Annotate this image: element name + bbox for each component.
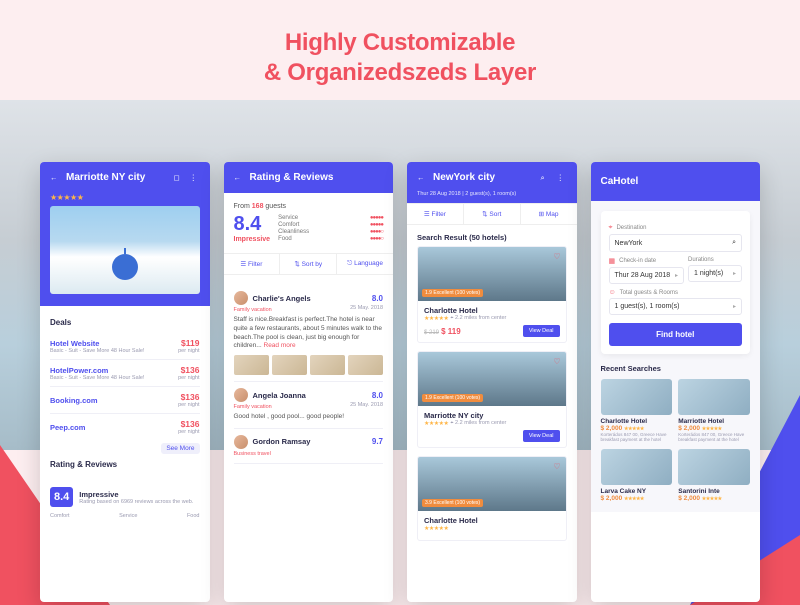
reviews-list: Charlie's Angels8.0 Family vacation25 Ma…: [234, 285, 384, 464]
hotel-stars: ★★★★★: [50, 193, 200, 202]
sort-button[interactable]: ⇅ Sort: [464, 204, 521, 224]
calendar-icon: ▦: [609, 257, 616, 265]
toolbar: ☰ Filter ⇅ Sort by ⎋ Language: [224, 253, 394, 275]
search-icon: ⌕: [732, 239, 736, 247]
filter-button[interactable]: ☰ Filter: [407, 204, 464, 224]
header: ← Rating & Reviews: [224, 162, 394, 193]
language-button[interactable]: ⎋ Language: [337, 254, 393, 274]
view-deal-button[interactable]: View Deal: [523, 430, 560, 442]
review-item[interactable]: Charlie's Angels8.0 Family vacation25 Ma…: [234, 285, 384, 382]
review-item[interactable]: Gordon Ramsay9.7 Business travel: [234, 429, 384, 464]
pin-icon: ⌖: [609, 224, 613, 232]
headline: Highly Customizable & Organizedszeds Lay…: [0, 28, 800, 88]
deals-list: Hotel WebsiteBasic - Suit - Save More 48…: [50, 333, 200, 440]
rating-categories: Comfort Service Food: [50, 513, 200, 519]
header: ← NewYork city ⌕ ⋮ Thur 28 Aug 2018 | 2 …: [407, 162, 577, 203]
score-breakdown: Service●●●●●Comfort●●●●●Cleanliness●●●●○…: [278, 214, 383, 243]
destination-field[interactable]: NewYork ⌕: [609, 234, 743, 252]
rating-score: 8.4: [50, 487, 73, 507]
avatar: [234, 388, 248, 402]
hotel-card[interactable]: ♡ 3.9 Excellent (100 votes) Charlotte Ho…: [417, 456, 567, 541]
heart-icon[interactable]: ♡: [553, 462, 560, 471]
overall-score: 8.4: [234, 214, 271, 234]
view-deal-button[interactable]: View Deal: [523, 325, 560, 337]
deal-row[interactable]: HotelPower.comBasic - Suit - Save More 4…: [50, 359, 200, 386]
rating-badge: 1.9 Excellent (100 votes): [422, 394, 483, 402]
screen-hotel-detail: ← Marriotte NY city ◻ ⋮ ★★★★★ Deals Hote…: [40, 162, 210, 602]
deal-row[interactable]: Peep.com $136per night: [50, 413, 200, 440]
rating-summary: 8.4 Impressive Rating based on 6969 revi…: [50, 487, 200, 507]
bookmark-icon[interactable]: ◻: [174, 173, 184, 183]
page-title: Rating & Reviews: [250, 172, 384, 183]
filter-button[interactable]: ☰ Filter: [224, 254, 281, 274]
screen-search-form: CaHotel ⌖Destination NewYork ⌕ ▦Check-in…: [591, 162, 761, 602]
hotel-card[interactable]: ♡ 1.9 Excellent (100 votes) Charlotte Ho…: [417, 246, 567, 343]
duration-field[interactable]: 1 night(s)▸: [688, 265, 742, 282]
search-form: ⌖Destination NewYork ⌕ ▦Check-in date Th…: [601, 211, 751, 354]
find-hotel-button[interactable]: Find hotel: [609, 323, 743, 346]
headline-line2: & Organizedszeds Layer: [0, 58, 800, 88]
deals-heading: Deals: [50, 318, 200, 327]
screen-reviews: ← Rating & Reviews From 168 guests 8.4 I…: [224, 162, 394, 602]
see-more-button[interactable]: See More: [161, 443, 199, 454]
recent-card[interactable]: Charlotte Hotel $ 2,000 ★★★★★ Korterádos…: [601, 379, 673, 443]
results-list: ♡ 1.9 Excellent (100 votes) Charlotte Ho…: [417, 246, 567, 541]
page-title: Marriotte NY city: [66, 172, 168, 183]
brand-title: CaHotel: [601, 176, 751, 187]
more-icon[interactable]: ⋮: [190, 173, 200, 183]
header: CaHotel: [591, 162, 761, 201]
page-title: NewYork city: [433, 172, 535, 183]
rating-badge: 3.9 Excellent (100 votes): [422, 499, 483, 507]
map-button[interactable]: ⊞ Map: [521, 204, 577, 224]
recent-heading: Recent Searches: [601, 364, 751, 373]
rating-label: Impressive: [79, 490, 193, 499]
heart-icon[interactable]: ♡: [553, 357, 560, 366]
search-summary: Thur 28 Aug 2018 | 2 guest(s), 1 room(s): [417, 191, 516, 197]
avatar: [234, 291, 248, 305]
guests-icon: ☺: [609, 289, 616, 296]
screen-search-results: ← NewYork city ⌕ ⋮ Thur 28 Aug 2018 | 2 …: [407, 162, 577, 602]
checkin-field[interactable]: Thur 28 Aug 2018▸: [609, 267, 685, 284]
overall-label: Impressive: [234, 236, 271, 243]
recent-card[interactable]: Larva Cake NY $ 2,000 ★★★★★: [601, 449, 673, 502]
recent-card[interactable]: Marriotte Hotel $ 2,000 ★★★★★ Korterádos…: [678, 379, 750, 443]
back-icon[interactable]: ←: [50, 173, 60, 183]
results-heading: Search Result (50 hotels): [417, 233, 567, 242]
heart-icon[interactable]: ♡: [553, 252, 560, 261]
back-icon[interactable]: ←: [417, 173, 427, 183]
recent-grid: Charlotte Hotel $ 2,000 ★★★★★ Korterádos…: [601, 379, 751, 502]
rating-heading: Rating & Reviews: [50, 454, 200, 469]
more-icon[interactable]: ⋮: [557, 173, 567, 183]
sort-button[interactable]: ⇅ Sort by: [280, 254, 337, 274]
guests-field[interactable]: 1 guest(s), 1 room(s)▸: [609, 298, 743, 315]
review-item[interactable]: Angela Joanna8.0 Family vacation25 May. …: [234, 382, 384, 429]
phones-row: ← Marriotte NY city ◻ ⋮ ★★★★★ Deals Hote…: [0, 162, 800, 602]
search-icon[interactable]: ⌕: [541, 173, 551, 183]
back-icon[interactable]: ←: [234, 173, 244, 183]
hotel-photo: [50, 206, 200, 294]
deal-row[interactable]: Booking.com $136per night: [50, 386, 200, 413]
recent-card[interactable]: Santorini Inte $ 2,000 ★★★★★: [678, 449, 750, 502]
rating-badge: 1.9 Excellent (100 votes): [422, 289, 483, 297]
deal-row[interactable]: Hotel WebsiteBasic - Suit - Save More 48…: [50, 333, 200, 359]
hero: ★★★★★: [40, 193, 210, 306]
headline-line1: Highly Customizable: [0, 28, 800, 58]
toolbar: ☰ Filter ⇅ Sort ⊞ Map: [407, 203, 577, 225]
header: ← Marriotte NY city ◻ ⋮: [40, 162, 210, 193]
avatar: [234, 435, 248, 449]
hotel-card[interactable]: ♡ 1.9 Excellent (100 votes) Marriotte NY…: [417, 351, 567, 448]
guest-count: From 168 guests: [234, 203, 384, 210]
rating-sub: Rating based on 6969 reviews across the …: [79, 499, 193, 505]
